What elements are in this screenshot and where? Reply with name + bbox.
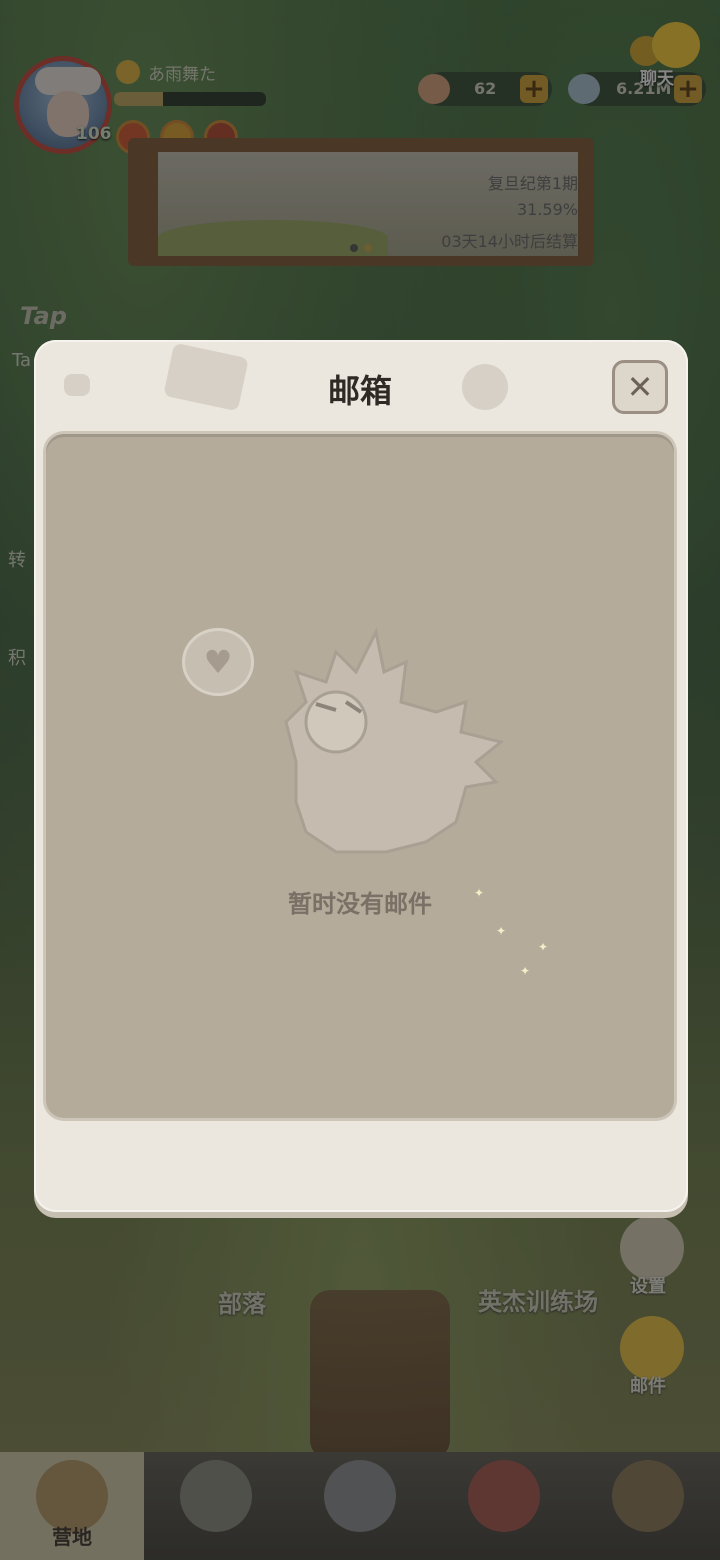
empty-mascot-icon bbox=[284, 627, 505, 854]
sparkle-icon-3: ✦ bbox=[538, 940, 549, 954]
close-button[interactable]: ✕ bbox=[612, 360, 668, 414]
heart-bubble-icon: ♥ bbox=[182, 628, 254, 696]
sparkle-icon-1: ✦ bbox=[474, 886, 485, 900]
sparkle-icon-2: ✦ bbox=[496, 924, 507, 938]
empty-mail-text: 暂时没有邮件 bbox=[288, 890, 432, 918]
sparkle-icon-4: ✦ bbox=[520, 964, 531, 978]
